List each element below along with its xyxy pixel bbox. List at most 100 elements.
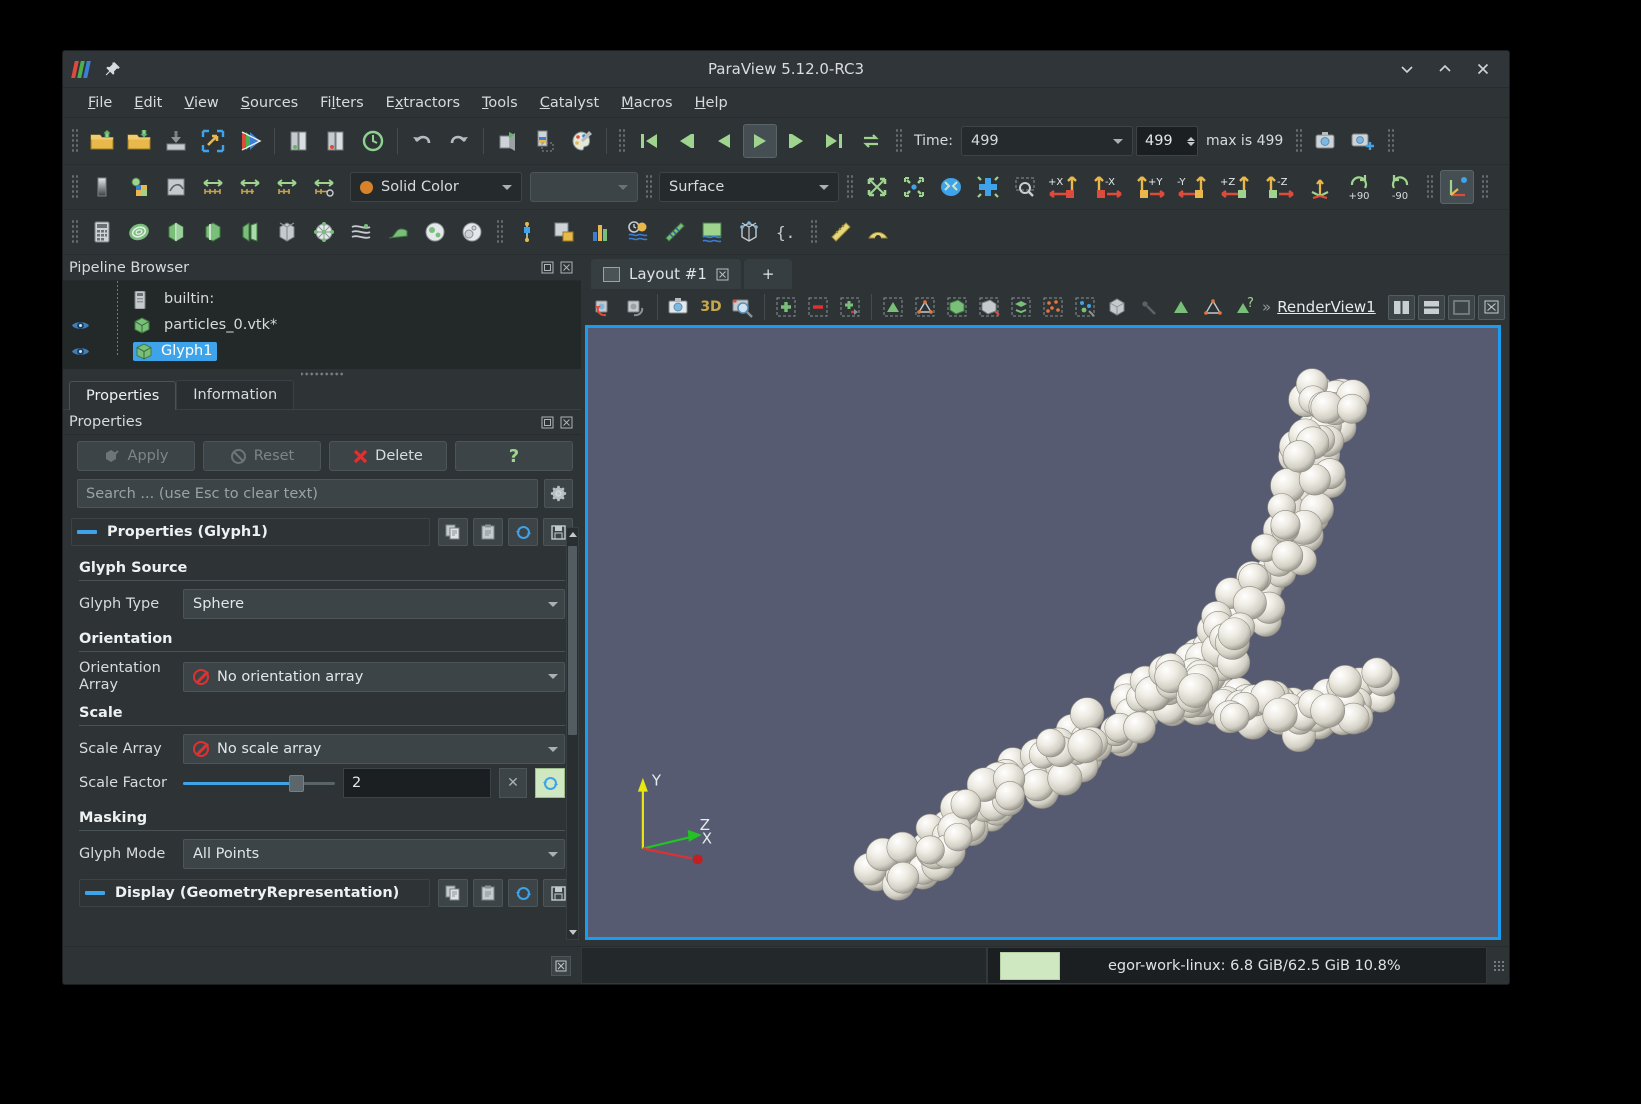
rescale-visible-icon[interactable] [270, 170, 304, 204]
tab-properties[interactable]: Properties [69, 381, 177, 410]
menu-catalyst[interactable]: Catalyst [529, 91, 610, 115]
close-layout-icon[interactable] [716, 268, 729, 281]
pipeline-item-selected[interactable]: Glyph1 [133, 341, 218, 361]
delete-button[interactable]: Delete [329, 441, 447, 471]
memory-inspector[interactable]: egor-work-linux: 6.8 GiB/62.5 GiB 10.8% [987, 947, 1487, 984]
selection-help-icon[interactable]: ? [1230, 292, 1260, 322]
layout-tab-1[interactable]: Layout #1 [591, 259, 741, 289]
minimize-button[interactable] [1399, 61, 1415, 77]
neg-z-icon[interactable]: -Z [1260, 170, 1300, 204]
zoom-region-icon[interactable] [728, 292, 758, 322]
extract-subset-icon[interactable] [270, 215, 304, 249]
menu-extractors[interactable]: Extractors [375, 91, 471, 115]
zoom-closest-icon[interactable] [1008, 170, 1042, 204]
histogram-icon[interactable] [584, 215, 618, 249]
close-icon[interactable] [560, 416, 573, 429]
select-block-icon[interactable] [1102, 292, 1132, 322]
previous-frame-icon[interactable] [669, 124, 703, 158]
menu-tools[interactable]: Tools [471, 91, 529, 115]
play-reverse-icon[interactable] [706, 124, 740, 158]
properties-group-header[interactable]: Properties (Glyph1) [71, 516, 573, 548]
capture-all-views-icon[interactable] [1346, 124, 1380, 158]
play-icon[interactable] [743, 124, 777, 158]
calculator-icon[interactable] [85, 215, 119, 249]
glyph-icon[interactable] [307, 215, 341, 249]
clip-icon[interactable] [159, 215, 193, 249]
camera-toolbar-grip[interactable] [846, 174, 853, 200]
rescale-to-custom-icon[interactable] [233, 170, 267, 204]
rescale-data-range-icon[interactable] [196, 170, 230, 204]
first-frame-icon[interactable] [632, 124, 666, 158]
toolbar-end-grip[interactable] [1387, 128, 1395, 154]
status-small-button[interactable] [551, 955, 571, 976]
deselect-icon[interactable] [803, 292, 833, 322]
rotate-minus-90-icon[interactable]: -90 [1381, 170, 1419, 204]
menu-help[interactable]: Help [684, 91, 739, 115]
splitter-handle[interactable] [63, 369, 581, 379]
reset-camera-icon[interactable] [860, 170, 894, 204]
screenshot-icon[interactable] [1309, 124, 1343, 158]
pipeline-browser[interactable]: 👁 builtin: particles_0.vtk* [63, 281, 581, 369]
float-icon[interactable] [541, 416, 554, 429]
reset-session-icon[interactable] [356, 124, 390, 158]
undo-camera-icon[interactable] [589, 292, 619, 322]
properties-scrollbar[interactable] [566, 527, 579, 940]
zoom-to-box-icon[interactable] [971, 170, 1005, 204]
apply-button[interactable]: Apply [77, 441, 195, 471]
extract-level-icon[interactable] [455, 215, 489, 249]
frame-index-spinbox[interactable]: 499 [1135, 126, 1198, 156]
show-center-axes-icon[interactable] [1440, 170, 1474, 204]
select-blocks-icon[interactable] [1006, 292, 1036, 322]
pin-icon[interactable] [105, 61, 121, 77]
color-by-combo[interactable]: Solid Color [350, 172, 522, 202]
screenshot-view-icon[interactable] [664, 292, 694, 322]
axes-toolbar-grip[interactable] [1426, 174, 1433, 200]
clear-scale-factor-button[interactable]: ✕ [499, 768, 527, 799]
visibility-toggle[interactable] [71, 319, 101, 332]
scale-array-combo[interactable]: No scale array [183, 734, 565, 765]
copy-icon[interactable] [438, 518, 468, 546]
menu-edit[interactable]: Edit [123, 91, 173, 115]
neg-y-icon[interactable]: -Y [1174, 170, 1214, 204]
zoom-to-data-icon[interactable] [897, 170, 931, 204]
paste-icon[interactable] [473, 518, 503, 546]
last-frame-icon[interactable] [817, 124, 851, 158]
toggle-3d-2d-button[interactable]: 3D [696, 292, 726, 322]
filters-toolbar-grip[interactable] [71, 219, 78, 245]
color-palette-icon[interactable] [565, 124, 599, 158]
glyph-type-combo[interactable]: Sphere [183, 589, 565, 619]
glyph-mode-combo[interactable]: All Points [183, 839, 565, 870]
vcr-toolbar-grip[interactable] [618, 128, 625, 154]
paraview-connect-icon[interactable] [233, 124, 267, 158]
rescale-custom-icon[interactable] [159, 170, 193, 204]
auto-apply-icon[interactable] [196, 124, 230, 158]
plot-over-line-icon[interactable] [510, 215, 544, 249]
group-datasets-icon[interactable] [418, 215, 452, 249]
repr-toolbar-grip[interactable] [71, 174, 78, 200]
close-button[interactable] [1475, 61, 1491, 77]
reset-button[interactable]: Reset [203, 441, 321, 471]
warp-icon[interactable] [381, 215, 415, 249]
view-name-label[interactable]: RenderView1 [1277, 298, 1386, 316]
interactive-select-cells-icon[interactable] [1038, 292, 1068, 322]
stream-tracer-icon[interactable] [344, 215, 378, 249]
time-toolbar-grip[interactable] [895, 128, 902, 154]
redo-icon[interactable] [442, 124, 476, 158]
pipeline-item-builtin[interactable]: 👁 builtin: [63, 286, 581, 312]
neg-x-icon[interactable]: -X [1088, 170, 1128, 204]
ruler-icon[interactable] [824, 215, 858, 249]
axes-grid-icon[interactable] [732, 215, 766, 249]
pipeline-item-glyph1[interactable]: Glyph1 [63, 338, 581, 364]
slice-icon[interactable] [196, 215, 230, 249]
load-state-icon[interactable] [159, 124, 193, 158]
next-frame-icon[interactable] [780, 124, 814, 158]
scale-factor-input[interactable]: 2 [343, 768, 491, 799]
help-button[interactable]: ? [455, 441, 573, 471]
hover-cells-icon[interactable] [1166, 292, 1196, 322]
scroll-up-arrow[interactable] [569, 532, 577, 537]
search-input[interactable]: Search ... (use Esc to clear text) [77, 479, 538, 508]
orientation-axes-widget[interactable]: Y Z X [637, 772, 712, 865]
menu-sources[interactable]: Sources [230, 91, 309, 115]
interactive-select-points-icon[interactable] [1070, 292, 1100, 322]
undo-icon[interactable] [405, 124, 439, 158]
